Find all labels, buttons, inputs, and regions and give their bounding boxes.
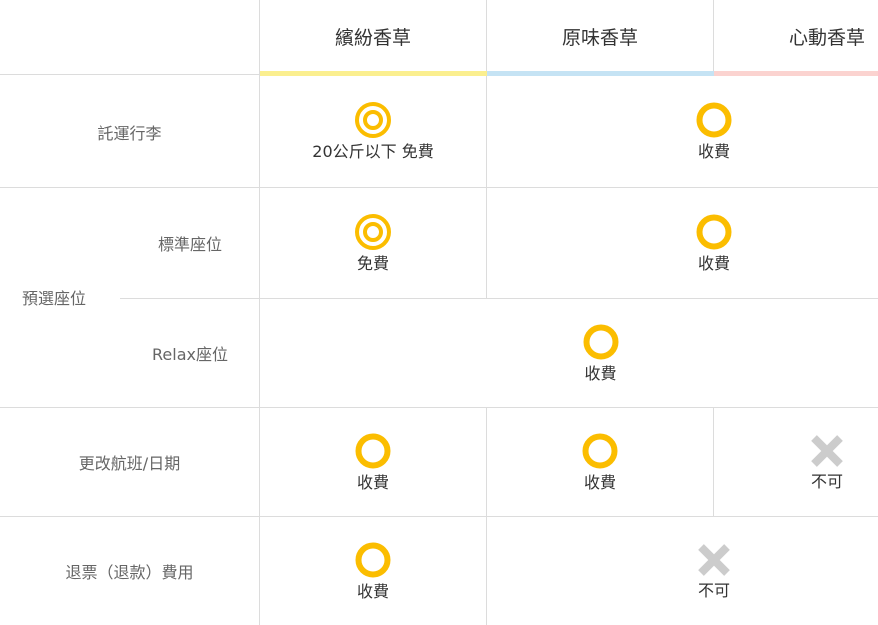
plan-header-3: 心動香草 <box>714 0 878 72</box>
row-label-refund: 退票（退款）費用 <box>0 517 259 625</box>
cell-change-plan1: 收費 <box>260 408 486 516</box>
label-text: 託運行李 <box>97 123 162 143</box>
cell-change-plan3: 不可 <box>714 408 878 516</box>
double-circle-icon <box>355 102 391 138</box>
cell-text: 20公斤以下 免費 <box>312 142 434 161</box>
circle-icon <box>583 324 618 359</box>
row-label-change: 更改航班/日期 <box>0 408 259 516</box>
circle-icon <box>355 542 391 577</box>
plan-name: 心動香草 <box>788 26 865 49</box>
plan-header-2: 原味香草 <box>487 0 713 72</box>
cell-baggage-plan2-3: 收費 <box>487 76 878 187</box>
label-text: 預選座位 <box>22 289 87 308</box>
cell-refund-plan2-3: 不可 <box>487 517 878 625</box>
cell-text: 不可 <box>697 580 730 600</box>
plan-header-1: 繽紛香草 <box>260 0 486 72</box>
cell-text: 免費 <box>356 253 389 273</box>
cell-text: 收費 <box>697 253 730 273</box>
cell-change-plan2: 收費 <box>487 408 713 516</box>
cell-standard-seat-plan2-3: 收費 <box>487 188 878 298</box>
cell-baggage-plan1: 20公斤以下 免費 <box>260 76 486 187</box>
label-text: 標準座位 <box>157 235 222 254</box>
circle-icon <box>582 433 618 468</box>
cell-refund-plan1: 收費 <box>260 517 486 625</box>
circle-icon <box>696 102 732 138</box>
cross-icon <box>698 543 730 576</box>
label-text: Relax座位 <box>152 345 228 364</box>
row-label-seat-group: 預選座位 <box>22 286 86 308</box>
grid-line <box>0 74 259 75</box>
plan-name: 原味香草 <box>561 26 638 49</box>
cell-text: 收費 <box>356 472 389 492</box>
cell-relax-seat-all: 收費 <box>260 299 878 407</box>
cell-text: 收費 <box>584 363 617 383</box>
row-label-relax-seat: Relax座位 <box>130 299 250 407</box>
circle-icon <box>355 433 391 468</box>
label-text: 退票（退款）費用 <box>65 563 194 582</box>
cell-text: 收費 <box>697 142 730 161</box>
cell-text: 不可 <box>810 471 843 491</box>
cell-text: 收費 <box>356 581 389 601</box>
double-circle-icon <box>355 213 391 250</box>
row-label-baggage: 託運行李 <box>0 76 259 187</box>
label-text: 更改航班/日期 <box>78 454 181 473</box>
plan-name: 繽紛香草 <box>334 26 411 49</box>
circle-icon <box>696 214 732 249</box>
row-label-standard-seat: 標準座位 <box>130 188 250 298</box>
cell-standard-seat-plan1: 免費 <box>260 188 486 298</box>
cross-icon <box>811 434 843 467</box>
cell-text: 收費 <box>583 472 616 492</box>
